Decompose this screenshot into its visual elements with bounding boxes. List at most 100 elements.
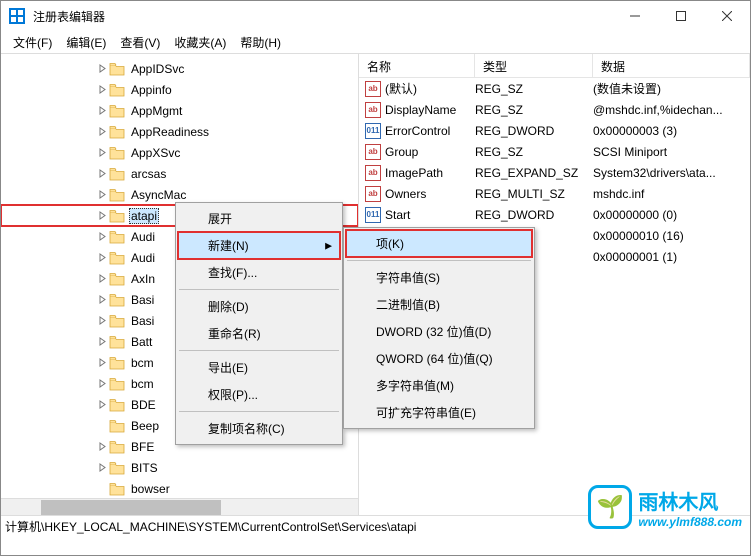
expander-icon[interactable]: [95, 253, 109, 262]
expander-icon[interactable]: [95, 190, 109, 199]
expander-icon[interactable]: [95, 106, 109, 115]
list-row[interactable]: abGroupREG_SZSCSI Miniport: [359, 141, 750, 162]
cm-new-qword[interactable]: QWORD (64 位)值(Q): [346, 345, 532, 372]
cm-new-expand[interactable]: 可扩充字符串值(E): [346, 399, 532, 426]
menu-edit[interactable]: 编辑(E): [60, 32, 112, 53]
value-data: 0x00000001 (1): [593, 250, 750, 264]
cm-expand[interactable]: 展开: [178, 205, 340, 232]
tree-item-bowser[interactable]: bowser: [1, 478, 358, 499]
expander-icon[interactable]: [95, 442, 109, 451]
folder-icon: [109, 167, 125, 181]
cm-find[interactable]: 查找(F)...: [178, 259, 340, 286]
cm-new-multi[interactable]: 多字符串值(M): [346, 372, 532, 399]
menu-help[interactable]: 帮助(H): [234, 32, 287, 53]
minimize-button[interactable]: [612, 1, 658, 31]
tree-item-appxsvc[interactable]: AppXSvc: [1, 142, 358, 163]
expander-icon[interactable]: [95, 232, 109, 241]
tree-item-appmgmt[interactable]: AppMgmt: [1, 100, 358, 121]
tree-item-label: bcm: [129, 356, 156, 370]
expander-icon[interactable]: [95, 316, 109, 325]
folder-icon: [109, 146, 125, 160]
column-name[interactable]: 名称: [359, 54, 475, 77]
watermark: 🌱 雨林木风 www.ylmf888.com: [588, 485, 742, 529]
list-row[interactable]: abDisplayNameREG_SZ@mshdc.inf,%idechan..…: [359, 99, 750, 120]
cm-separator: [179, 350, 339, 351]
value-name: ImagePath: [385, 166, 475, 180]
cm-permissions[interactable]: 权限(P)...: [178, 381, 340, 408]
menu-view[interactable]: 查看(V): [114, 32, 166, 53]
folder-icon: [109, 398, 125, 412]
tree-item-appreadiness[interactable]: AppReadiness: [1, 121, 358, 142]
cm-export[interactable]: 导出(E): [178, 354, 340, 381]
folder-icon: [109, 314, 125, 328]
tree-item-appidsvc[interactable]: AppIDSvc: [1, 58, 358, 79]
cm-new-label: 新建(N): [208, 239, 249, 253]
list-row[interactable]: ab(默认)REG_SZ(数值未设置): [359, 78, 750, 99]
expander-icon[interactable]: [95, 295, 109, 304]
value-type: REG_SZ: [475, 82, 593, 96]
expander-icon[interactable]: [95, 337, 109, 346]
close-button[interactable]: [704, 1, 750, 31]
column-data[interactable]: 数据: [593, 54, 750, 77]
list-row[interactable]: 011ErrorControlREG_DWORD0x00000003 (3): [359, 120, 750, 141]
cm-separator: [179, 411, 339, 412]
context-menu-node: 展开 新建(N) ▶ 查找(F)... 删除(D) 重命名(R) 导出(E) 权…: [175, 202, 343, 445]
cm-new-binary[interactable]: 二进制值(B): [346, 291, 532, 318]
menu-favorites[interactable]: 收藏夹(A): [168, 32, 232, 53]
column-type[interactable]: 类型: [475, 54, 593, 77]
folder-icon: [109, 209, 125, 223]
expander-icon[interactable]: [95, 463, 109, 472]
maximize-button[interactable]: [658, 1, 704, 31]
expander-icon[interactable]: [95, 211, 109, 220]
cm-separator: [347, 260, 531, 261]
value-type: REG_SZ: [475, 103, 593, 117]
tree-horizontal-scrollbar[interactable]: [1, 498, 358, 515]
value-name: (默认): [385, 80, 475, 97]
binary-value-icon: 011: [365, 207, 381, 223]
string-value-icon: ab: [365, 81, 381, 97]
list-row[interactable]: abOwnersREG_MULTI_SZmshdc.inf: [359, 183, 750, 204]
expander-icon[interactable]: [95, 85, 109, 94]
expander-icon[interactable]: [95, 64, 109, 73]
folder-icon: [109, 482, 125, 496]
cm-new[interactable]: 新建(N) ▶: [178, 232, 340, 259]
expander-icon[interactable]: [95, 127, 109, 136]
expander-icon[interactable]: [95, 379, 109, 388]
folder-icon: [109, 293, 125, 307]
cm-rename[interactable]: 重命名(R): [178, 320, 340, 347]
expander-icon[interactable]: [95, 169, 109, 178]
cm-new-key[interactable]: 项(K): [346, 230, 532, 257]
folder-icon: [109, 230, 125, 244]
expander-icon[interactable]: [95, 148, 109, 157]
cm-delete[interactable]: 删除(D): [178, 293, 340, 320]
value-data: 0x00000000 (0): [593, 208, 750, 222]
cm-new-string[interactable]: 字符串值(S): [346, 264, 532, 291]
tree-item-bits[interactable]: BITS: [1, 457, 358, 478]
folder-icon: [109, 419, 125, 433]
tree-item-label: atapi: [129, 208, 159, 224]
folder-icon: [109, 461, 125, 475]
value-name: DisplayName: [385, 103, 475, 117]
menu-file[interactable]: 文件(F): [7, 32, 58, 53]
tree-item-label: AxIn: [129, 272, 157, 286]
expander-icon[interactable]: [95, 274, 109, 283]
value-type: REG_DWORD: [475, 124, 593, 138]
tree-item-arcsas[interactable]: arcsas: [1, 163, 358, 184]
value-type: REG_EXPAND_SZ: [475, 166, 593, 180]
cm-new-dword[interactable]: DWORD (32 位)值(D): [346, 318, 532, 345]
watermark-text: 雨林木风: [638, 486, 742, 515]
tree-item-label: BITS: [129, 461, 160, 475]
value-type: REG_SZ: [475, 145, 593, 159]
tree-item-appinfo[interactable]: Appinfo: [1, 79, 358, 100]
string-value-icon: ab: [365, 144, 381, 160]
cm-copy-key-name[interactable]: 复制项名称(C): [178, 415, 340, 442]
list-row[interactable]: abImagePathREG_EXPAND_SZSystem32\drivers…: [359, 162, 750, 183]
folder-icon: [109, 377, 125, 391]
expander-icon[interactable]: [95, 358, 109, 367]
expander-icon[interactable]: [95, 400, 109, 409]
tree-item-label: Basi: [129, 293, 156, 307]
tree-item-label: BFE: [129, 440, 156, 454]
folder-icon: [109, 104, 125, 118]
list-row[interactable]: 011StartREG_DWORD0x00000000 (0): [359, 204, 750, 225]
value-name: Owners: [385, 187, 475, 201]
